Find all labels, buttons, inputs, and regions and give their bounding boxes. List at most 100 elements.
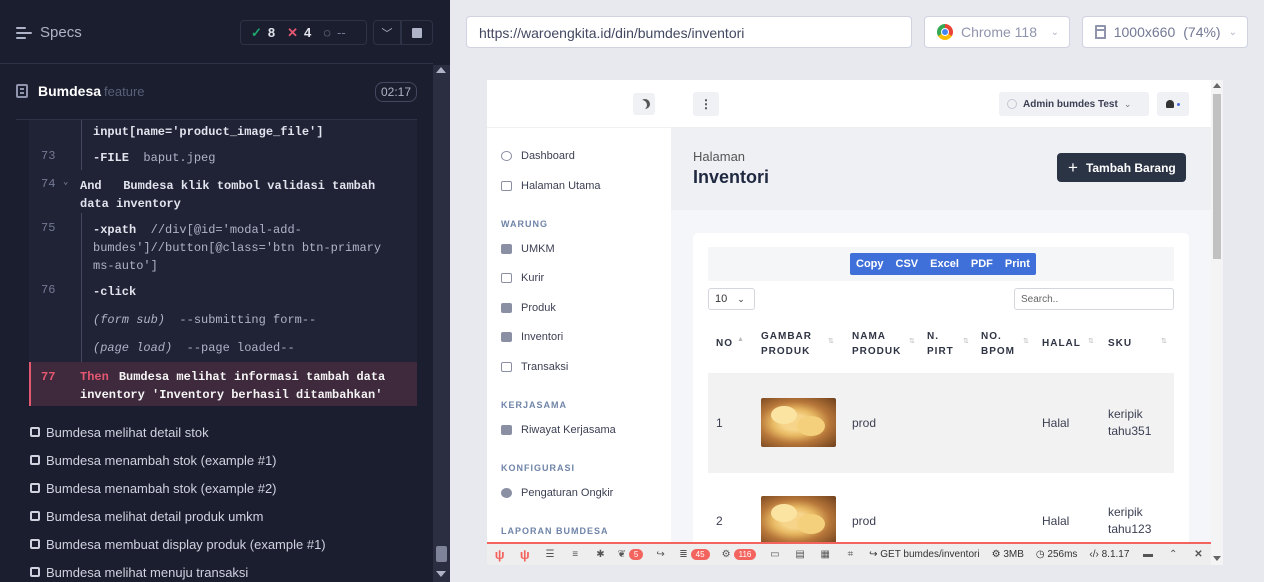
chevron-down-icon: ⌄ — [1228, 26, 1237, 38]
close-icon[interactable]: ✕ — [1186, 549, 1211, 560]
scroll-up-icon[interactable] — [436, 67, 446, 73]
sidebar-item-riwayat-kerjasama[interactable]: Riwayat Kerjasama — [501, 424, 616, 436]
motorcycle-icon — [501, 273, 512, 283]
sidebar-item-kurir[interactable]: Kurir — [501, 272, 544, 284]
notifications-button[interactable] — [1157, 92, 1189, 116]
reporter-scrollbar[interactable] — [433, 65, 450, 582]
laravel-logo-icon[interactable]: ψ — [512, 547, 537, 562]
leaf-icon[interactable]: ❦ 5 — [613, 549, 648, 560]
print-button[interactable]: Print — [999, 253, 1036, 275]
sidebar-item-halaman-utama[interactable]: Halaman Utama — [501, 180, 600, 192]
column-header-pirt[interactable]: N. PIRT — [927, 329, 967, 359]
sidebar-item-umkm[interactable]: UMKM — [501, 243, 555, 255]
badge-count: 45 — [690, 549, 710, 560]
column-header-halal[interactable]: HALAL — [1042, 336, 1081, 351]
copy-button[interactable]: Copy — [850, 253, 890, 275]
column-label: NO. BPOM — [981, 331, 1015, 357]
column-header-sku[interactable]: SKU — [1108, 336, 1132, 351]
route-info[interactable]: ↪ GET bumdes/inventori — [863, 549, 985, 560]
scroll-down-icon[interactable] — [1213, 556, 1221, 561]
column-header-gambar[interactable]: GAMBAR PRODUK — [761, 329, 831, 359]
time-info[interactable]: ◷ 256ms — [1030, 549, 1084, 560]
test-item[interactable]: Bumdesa menambah stok (example #2) — [30, 478, 277, 498]
cypress-reporter: Specs ✓ 8 ✕ 4 ◌ -- ﹀ Bumdesa feature 02:… — [0, 0, 450, 582]
viewport-icon — [1095, 25, 1106, 39]
messages-icon[interactable]: ☰ — [537, 549, 562, 560]
sidebar-top — [487, 80, 671, 128]
memory-info[interactable]: ⚙ 3MB — [986, 549, 1030, 560]
column-header-bpom[interactable]: NO. BPOM — [981, 329, 1025, 359]
app-scrollbar[interactable] — [1211, 80, 1223, 565]
command-name: -FILE — [93, 151, 130, 165]
column-header-nama[interactable]: NAMA PRODUK — [852, 329, 912, 359]
table-icon[interactable]: ▤ — [787, 549, 812, 560]
scroll-thumb[interactable] — [1213, 94, 1221, 259]
test-item[interactable]: Bumdesa melihat menuju transaksi — [30, 562, 248, 582]
more-menu-button[interactable]: ⋮ — [693, 92, 719, 116]
php-info[interactable]: ‹/› 8.1.17 — [1083, 549, 1135, 560]
page-length-select[interactable]: 10 ⌄ — [708, 288, 755, 310]
php-version-text: 8.1.17 — [1101, 549, 1130, 560]
laravel-debugbar: ψ ψ ☰ ≡ ✱ ❦ 5 ↪ ≣ 45 ⚙ 116 ▭ ▤ ▦ ⌗ ↪ GET bu… — [487, 542, 1211, 565]
viewport-size: 1000x660 — [1113, 24, 1176, 40]
csv-button[interactable]: CSV — [890, 253, 925, 275]
specs-button[interactable]: Specs — [16, 24, 82, 41]
sort-icon: ⇅ — [828, 338, 834, 345]
database-icon — [501, 488, 512, 498]
database-icon[interactable]: ≣ 45 — [673, 549, 716, 560]
sidebar-item-dashboard[interactable]: Dashboard — [501, 150, 575, 162]
cell-no: 1 — [716, 416, 723, 430]
collapse-button[interactable]: ﹀ — [373, 20, 401, 45]
column-label: SKU — [1108, 338, 1133, 349]
test-item[interactable]: Bumdesa membuat display produk (example … — [30, 534, 326, 554]
timeline-icon[interactable]: ≡ — [563, 549, 588, 560]
laravel-logo-icon[interactable]: ψ — [487, 547, 512, 562]
add-item-label: Tambah Barang — [1085, 160, 1176, 175]
user-menu[interactable]: Admin bumdes Test ⌄ — [999, 92, 1149, 116]
test-item[interactable]: Bumdesa menambah stok (example #1) — [30, 450, 277, 470]
browser-name: Chrome 118 — [961, 24, 1038, 40]
sidebar-item-produk[interactable]: Produk — [501, 302, 556, 314]
browser-selector[interactable]: Chrome 118 ⌄ — [924, 16, 1070, 48]
test-item[interactable]: Bumdesa melihat detail stok — [30, 422, 209, 442]
column-label: NAMA PRODUK — [852, 331, 902, 357]
step-keyword: Then — [80, 370, 109, 384]
scroll-down-icon[interactable] — [436, 571, 446, 577]
table-search-input[interactable]: Search.. — [1014, 288, 1174, 310]
url-bar[interactable]: https://waroengkita.id/din/bumdes/invent… — [466, 16, 912, 48]
models-icon[interactable]: ⚙ 116 — [716, 549, 763, 560]
add-item-button[interactable]: + Tambah Barang — [1057, 153, 1186, 182]
app-under-test-panel: https://waroengkita.id/din/bumdes/invent… — [450, 0, 1264, 582]
test-item[interactable]: Bumdesa melihat detail produk umkm — [30, 506, 264, 526]
pdf-button[interactable]: PDF — [965, 253, 999, 275]
suite-tag: feature — [104, 83, 145, 99]
suite-header[interactable]: Bumdesa feature 02:17 — [16, 79, 417, 103]
excel-button[interactable]: Excel — [924, 253, 965, 275]
scroll-up-icon[interactable] — [1213, 83, 1221, 88]
money-icon — [501, 362, 512, 372]
x-icon: ✕ — [287, 24, 299, 40]
sidebar-section-title: WARUNG — [501, 219, 548, 229]
sidebar-item-pengaturan-ongkir[interactable]: Pengaturan Ongkir — [501, 487, 613, 499]
column-header-no[interactable]: NO — [716, 336, 733, 351]
share-icon[interactable]: ↪ — [648, 549, 673, 560]
bug-icon[interactable]: ✱ — [588, 549, 613, 560]
theme-toggle-button[interactable] — [633, 93, 655, 115]
archive-icon[interactable]: ▦ — [813, 549, 838, 560]
line-number: 73 — [41, 149, 56, 163]
inbox-icon[interactable]: ▭ — [762, 549, 787, 560]
folder-icon[interactable]: ▬ — [1135, 549, 1160, 560]
memory-text: 3MB — [1003, 549, 1024, 560]
sort-icon: ⇅ — [909, 338, 915, 345]
failed-step-row[interactable]: 77 Then Bumdesa melihat informasi tambah … — [29, 362, 417, 406]
line-number: 77 — [41, 370, 56, 384]
warehouse-icon — [501, 332, 512, 342]
stop-button[interactable] — [401, 20, 433, 45]
viewport-selector[interactable]: 1000x660 (74%) ⌄ — [1082, 16, 1248, 48]
sidebar-item-inventori[interactable]: Inventori — [501, 331, 563, 343]
chevron-up-icon[interactable]: ⌃ — [1161, 549, 1186, 560]
table-row[interactable]: 1 prod Halal keripik tahu351 — [708, 373, 1174, 473]
tag-icon[interactable]: ⌗ — [838, 549, 863, 560]
scroll-thumb[interactable] — [436, 546, 447, 562]
sidebar-item-transaksi[interactable]: Transaksi — [501, 361, 568, 373]
